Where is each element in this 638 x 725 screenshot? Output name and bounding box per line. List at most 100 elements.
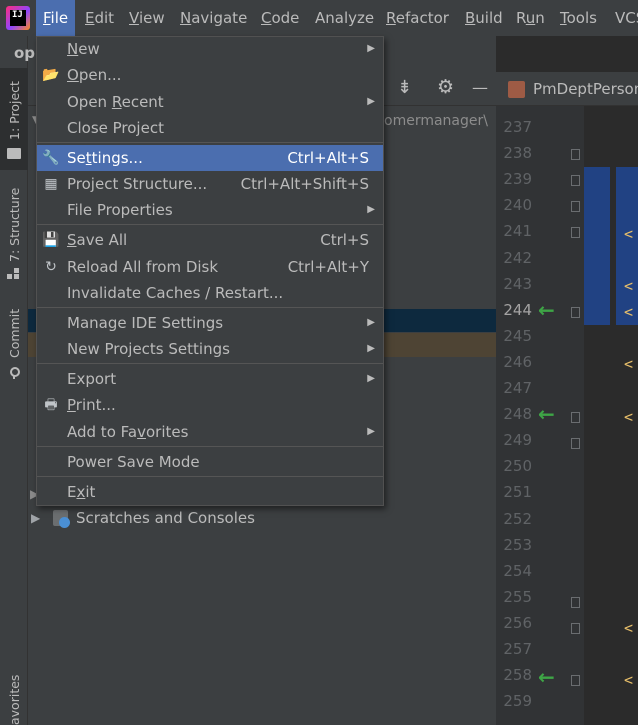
change-arrow-icon[interactable]: ← <box>538 402 555 426</box>
menu-item-label: Invalidate Caches / Restart... <box>67 284 284 302</box>
menu-item-label: Exit <box>67 483 96 501</box>
menu-item-print[interactable]: 🖶 Print... <box>37 392 383 418</box>
menu-item-label: Open Recent <box>67 93 164 111</box>
structure-icon <box>7 268 21 280</box>
menu-item-shortcut: Ctrl+S <box>320 231 369 249</box>
menu-view[interactable]: View <box>122 0 172 36</box>
line-number: 240 <box>503 196 532 215</box>
line-number: 253 <box>503 535 532 554</box>
commit-tab-label[interactable]: Commit <box>7 309 22 358</box>
intellij-logo-icon: IJ <box>6 6 30 30</box>
menu-item-save-all[interactable]: 💾 Save All Ctrl+S <box>37 227 383 253</box>
menu-run[interactable]: Run <box>509 0 552 36</box>
submenu-arrow-icon: ▶ <box>367 317 375 328</box>
fold-marker-icon[interactable] <box>571 227 580 238</box>
submenu-arrow-icon: ▶ <box>367 204 375 215</box>
menu-item-export[interactable]: Export ▶ <box>37 366 383 392</box>
line-number: 250 <box>503 457 532 476</box>
menu-file[interactable]: File <box>36 0 76 36</box>
menu-item-shortcut: Ctrl+Alt+Y <box>287 258 369 276</box>
hide-panel-icon[interactable]: — <box>472 78 488 97</box>
change-arrow-icon[interactable]: ← <box>538 298 555 322</box>
fold-marker-icon[interactable] <box>571 149 580 160</box>
menu-item-invalidate-caches-restart[interactable]: Invalidate Caches / Restart... <box>37 280 383 306</box>
folder-icon <box>7 148 21 159</box>
menu-item-manage-ide-settings[interactable]: Manage IDE Settings ▶ <box>37 310 383 336</box>
wrench-icon: 🔧 <box>42 150 60 166</box>
structure-tab-label[interactable]: 7: Structure <box>7 188 22 262</box>
folder-open-icon: 📂 <box>42 67 60 83</box>
menu-item-label: Print... <box>67 396 116 414</box>
fold-marker-icon[interactable] <box>571 175 580 186</box>
line-number: 251 <box>503 483 532 502</box>
menu-item-exit[interactable]: Exit <box>37 479 383 505</box>
line-number: 254 <box>503 561 532 580</box>
menu-vcs[interactable]: VCS <box>608 0 638 36</box>
menu-item-label: Reload All from Disk <box>67 258 219 276</box>
menu-item-label: Power Save Mode <box>67 453 200 471</box>
menu-build[interactable]: Build <box>458 0 510 36</box>
line-number: 245 <box>503 326 532 345</box>
menu-item-label: Add to Favorites <box>67 423 189 441</box>
menu-item-new[interactable]: New ▶ <box>37 36 383 62</box>
menu-code[interactable]: Code <box>254 0 306 36</box>
line-number: 243 <box>503 274 532 293</box>
menu-item-add-to-favorites[interactable]: Add to Favorites ▶ <box>37 419 383 445</box>
menu-item-close-project[interactable]: Close Project <box>37 115 383 141</box>
save-icon: 💾 <box>42 232 60 248</box>
favorites-tab-label[interactable]: avorites <box>7 675 22 725</box>
menu-navigate[interactable]: Navigate <box>173 0 254 36</box>
change-arrow-icon[interactable]: ← <box>538 665 555 689</box>
collapse-all-icon[interactable]: ⇟ <box>397 77 412 98</box>
gear-icon[interactable]: ⚙ <box>437 76 454 98</box>
menu-item-shortcut: Ctrl+Alt+Shift+S <box>240 175 369 193</box>
fold-marker-icon[interactable] <box>571 675 580 686</box>
line-number: 244 <box>503 300 532 319</box>
menu-separator <box>37 142 383 143</box>
menu-item-label: File Properties <box>67 201 173 219</box>
menu-item-shortcut: Ctrl+Alt+S <box>287 149 369 167</box>
fold-marker-icon[interactable] <box>571 201 580 212</box>
menu-item-label: Settings... <box>67 149 143 167</box>
submenu-arrow-icon: ▶ <box>367 373 375 384</box>
menu-separator <box>37 446 383 447</box>
editor-tab-title[interactable]: PmDeptPerson <box>533 74 638 104</box>
menu-item-label: Export <box>67 370 117 388</box>
menu-tools[interactable]: Tools <box>553 0 604 36</box>
menu-separator <box>37 307 383 308</box>
menu-item-settings[interactable]: 🔧 Settings... Ctrl+Alt+S <box>37 145 383 171</box>
menu-item-project-structure[interactable]: ▦ Project Structure... Ctrl+Alt+Shift+S <box>37 171 383 197</box>
submenu-arrow-icon: ▶ <box>367 426 375 437</box>
menu-item-file-properties[interactable]: File Properties ▶ <box>37 197 383 223</box>
menu-refactor[interactable]: Refactor <box>379 0 456 36</box>
menu-edit[interactable]: Edit <box>78 0 121 36</box>
fold-marker-icon[interactable] <box>571 438 580 449</box>
tree-expand-arrow-icon[interactable]: ▶ <box>31 511 40 525</box>
menu-item-label: Close Project <box>67 119 164 137</box>
submenu-arrow-icon: ▶ <box>367 343 375 354</box>
menu-item-power-save-mode[interactable]: Power Save Mode <box>37 449 383 475</box>
line-number: 238 <box>503 144 532 163</box>
line-number: 255 <box>503 587 532 606</box>
menu-separator <box>37 224 383 225</box>
menu-analyze[interactable]: Analyze <box>308 0 381 36</box>
print-icon: 🖶 <box>44 397 58 413</box>
menu-item-new-projects-settings[interactable]: New Projects Settings ▶ <box>37 336 383 362</box>
fold-marker-icon[interactable] <box>571 597 580 608</box>
fold-marker-icon[interactable] <box>571 623 580 634</box>
menu-item-open-recent[interactable]: Open Recent ▶ <box>37 89 383 115</box>
code-tag-glyph: < <box>624 408 634 426</box>
fold-marker-icon[interactable] <box>571 307 580 318</box>
menu-item-open[interactable]: 📂 Open... <box>37 62 383 88</box>
menu-separator <box>37 476 383 477</box>
line-number: 252 <box>503 509 532 528</box>
reload-icon: ↻ <box>45 259 57 275</box>
code-tag-glyph: < <box>624 619 634 637</box>
line-number: 246 <box>503 352 532 371</box>
code-tag-glyph: < <box>624 303 634 321</box>
menu-item-reload-all-from-disk[interactable]: ↻ Reload All from Disk Ctrl+Alt+Y <box>37 254 383 280</box>
menu-item-label: Project Structure... <box>67 175 208 193</box>
fold-marker-icon[interactable] <box>571 412 580 423</box>
menu-item-label: Open... <box>67 66 122 84</box>
project-structure-icon: ▦ <box>44 176 58 192</box>
